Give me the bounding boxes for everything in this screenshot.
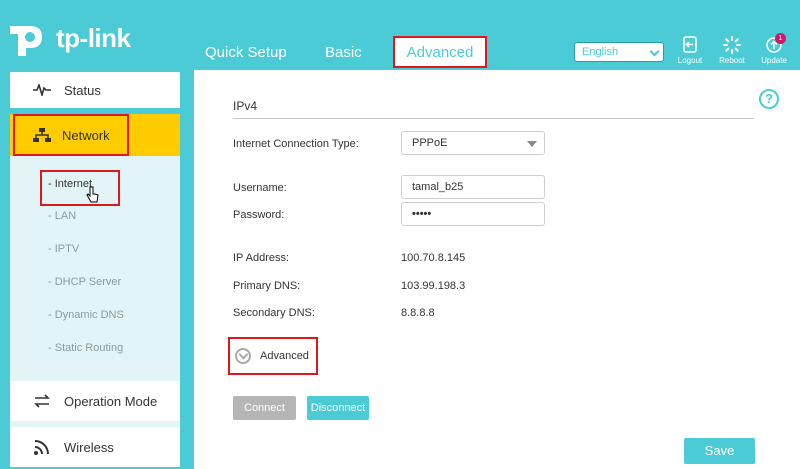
sidebar-item-operation-mode[interactable]: Operation Mode [10, 381, 180, 421]
secondary-dns-label: Secondary DNS: [233, 307, 315, 319]
reboot-button[interactable]: Reboot [714, 36, 750, 65]
primary-dns-value: 103.99.198.3 [401, 280, 466, 292]
hand-cursor-icon [86, 186, 99, 203]
logout-label: Logout [677, 56, 703, 65]
update-button[interactable]: 1 Update [756, 33, 792, 65]
sidebar-item-label: Status [64, 82, 101, 98]
sidebar-item-status[interactable]: Status [10, 72, 180, 108]
language-selected: English [582, 46, 619, 58]
chevron-down-icon [649, 46, 660, 57]
update-icon [756, 36, 792, 54]
tab-quick-setup[interactable]: Quick Setup [205, 44, 287, 61]
sidebar: Status Network - Internet - LAN - IPTV -… [0, 70, 188, 469]
sidebar-item-label: Network [62, 127, 110, 143]
dropdown-arrow-icon [527, 141, 537, 147]
tp-link-logo-icon [8, 18, 52, 58]
logo-text: tp-link [56, 22, 131, 53]
ip-address-label: IP Address: [233, 252, 290, 264]
swap-arrows-icon [32, 393, 52, 409]
network-icon [32, 127, 52, 143]
sidebar-item-label: Operation Mode [64, 393, 158, 409]
pulse-icon [32, 82, 52, 98]
sidebar-subitem-static-routing[interactable]: - Static Routing [48, 342, 123, 354]
disconnect-button[interactable]: Disconnect [307, 396, 369, 420]
save-button[interactable]: Save [684, 438, 755, 464]
sidebar-subitem-dhcp-server[interactable]: - DHCP Server [48, 276, 121, 288]
logout-icon [672, 36, 708, 54]
password-label: Password: [233, 209, 285, 221]
tab-advanced[interactable]: Advanced [393, 36, 487, 68]
tab-basic[interactable]: Basic [325, 44, 362, 61]
username-field[interactable]: tamal_b25 [401, 175, 545, 199]
sidebar-item-network[interactable]: Network [13, 114, 129, 156]
sidebar-item-label: Wireless [64, 439, 114, 455]
connect-button[interactable]: Connect [233, 396, 296, 420]
sidebar-subitem-lan[interactable]: - LAN [48, 210, 76, 222]
reboot-label: Reboot [719, 56, 745, 65]
sidebar-subitem-iptv[interactable]: - IPTV [48, 243, 79, 255]
language-select[interactable]: English [574, 42, 664, 62]
secondary-dns-value: 8.8.8.8 [401, 307, 435, 319]
connection-type-label: Internet Connection Type: [233, 138, 359, 150]
password-field[interactable]: ••••• [401, 202, 545, 226]
main-panel: IPv4 ? Internet Connection Type: PPPoE U… [194, 70, 800, 469]
wifi-icon [32, 439, 52, 455]
connection-type-select[interactable]: PPPoE [401, 131, 545, 155]
primary-dns-label: Primary DNS: [233, 280, 301, 292]
connection-type-value: PPPoE [412, 137, 448, 149]
ip-address-value: 100.70.8.145 [401, 252, 466, 264]
reboot-icon [714, 36, 750, 54]
logout-button[interactable]: Logout [672, 36, 708, 65]
username-label: Username: [233, 182, 287, 194]
advanced-toggle-label: Advanced [260, 350, 309, 362]
expand-circle-icon [235, 348, 251, 364]
sidebar-subitem-dynamic-dns[interactable]: - Dynamic DNS [48, 309, 124, 321]
section-title: IPv4 [233, 99, 258, 113]
update-badge: 1 [775, 33, 786, 44]
section-divider [233, 118, 754, 119]
sidebar-item-wireless[interactable]: Wireless [10, 427, 180, 467]
help-icon[interactable]: ? [759, 89, 779, 109]
tp-link-logo: tp-link [8, 18, 131, 58]
update-label: Update [761, 56, 787, 65]
advanced-toggle[interactable]: Advanced [228, 337, 318, 375]
